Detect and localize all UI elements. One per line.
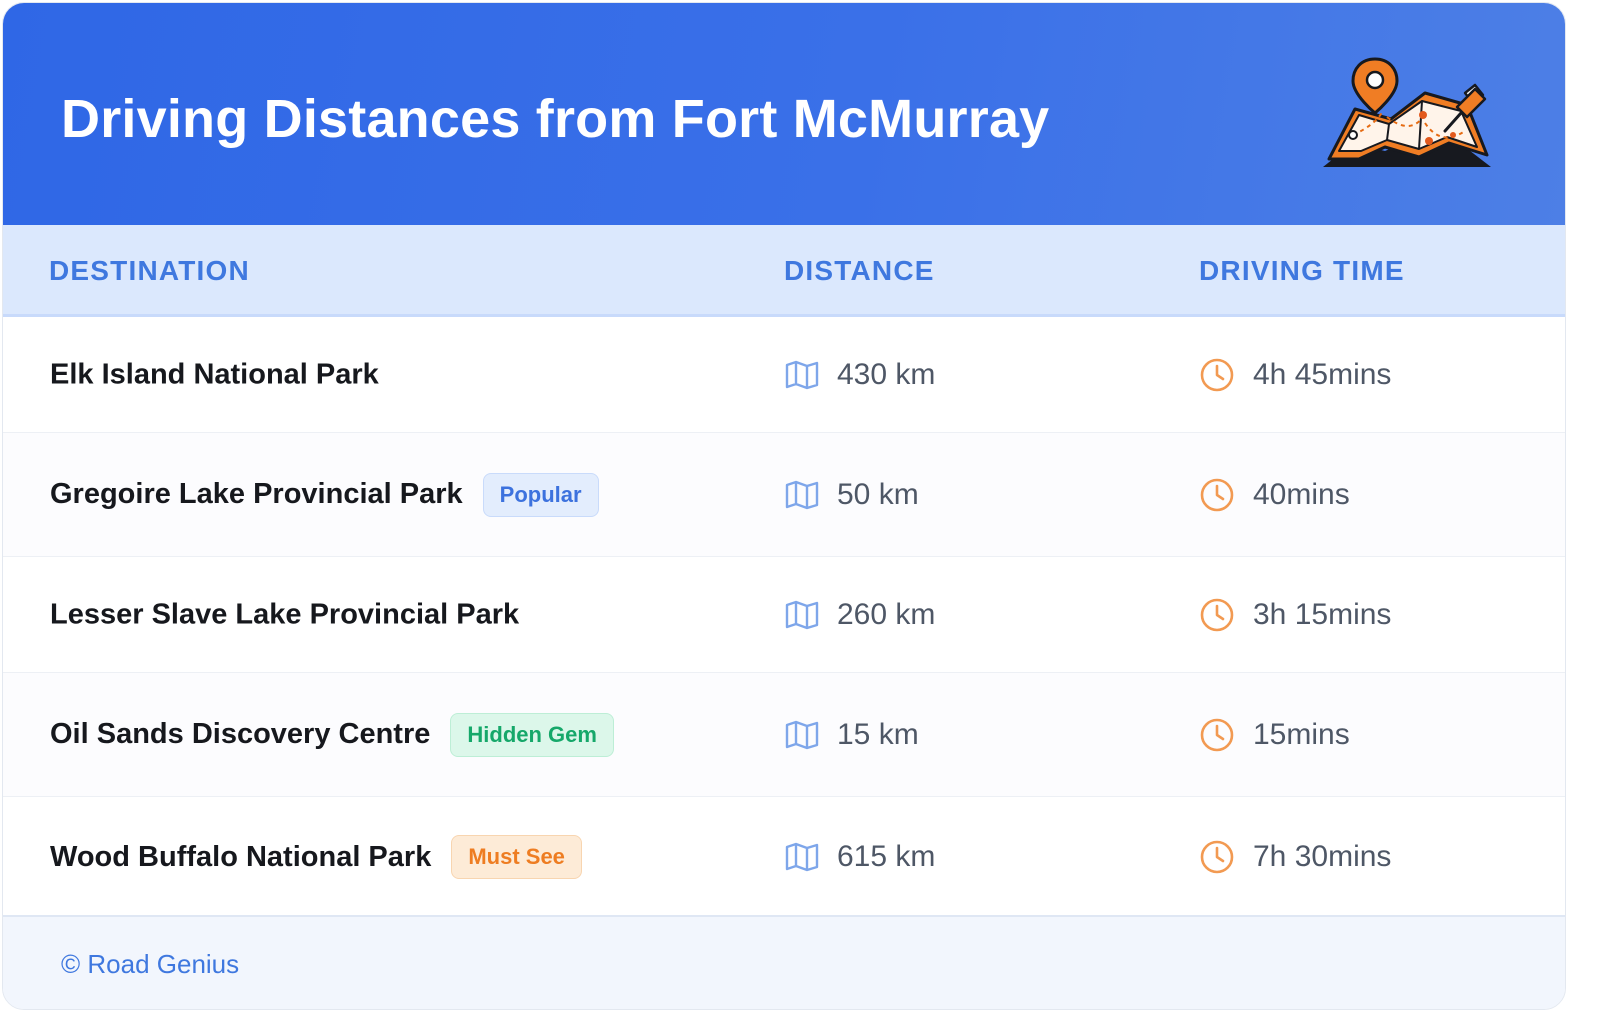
destination-name: Lesser Slave Lake Provincial Park xyxy=(50,598,520,630)
time-value: 4h 45mins xyxy=(1253,357,1392,391)
destination-cell: Oil Sands Discovery Centre Hidden Gem xyxy=(50,712,614,757)
distance-value: 430 km xyxy=(837,357,936,391)
destination-name: Oil Sands Discovery Centre xyxy=(50,718,431,750)
table-row[interactable]: Oil Sands Discovery Centre Hidden Gem 15… xyxy=(3,673,1565,797)
folded-map-icon xyxy=(785,842,819,872)
time-cell: 15mins xyxy=(1199,717,1350,753)
table-row[interactable]: Wood Buffalo National Park Must See 615 … xyxy=(3,797,1565,917)
distance-cell: 615 km xyxy=(785,840,935,874)
card-footer: © Road Genius xyxy=(3,915,1565,1009)
destination-name: Gregoire Lake Provincial Park xyxy=(50,478,463,510)
folded-map-icon xyxy=(785,720,819,749)
time-value: 7h 30mins xyxy=(1253,840,1392,873)
time-value: 3h 15mins xyxy=(1253,597,1392,631)
destination-name: Elk Island National Park xyxy=(50,358,379,390)
table-header: DESTINATION DISTANCE DRIVING TIME xyxy=(3,225,1565,317)
distance-value: 615 km xyxy=(837,840,936,873)
page-title: Driving Distances from Fort McMurray xyxy=(61,89,1050,149)
distance-cell: 430 km xyxy=(785,358,935,392)
map-with-pins-icon xyxy=(1323,57,1491,167)
distance-cell: 50 km xyxy=(785,478,919,512)
folded-map-icon xyxy=(785,600,819,629)
destination-cell: Wood Buffalo National Park Must See xyxy=(50,835,582,879)
clock-icon xyxy=(1200,358,1234,391)
distance-cell: 15 km xyxy=(785,718,919,752)
column-header-distance[interactable]: DISTANCE xyxy=(784,255,935,287)
copyright-link[interactable]: © Road Genius xyxy=(61,949,239,980)
time-value: 15mins xyxy=(1253,717,1350,751)
clock-icon xyxy=(1200,718,1234,751)
distance-value: 15 km xyxy=(837,717,919,751)
distance-value: 260 km xyxy=(837,597,936,631)
table-row[interactable]: Gregoire Lake Provincial Park Popular 50… xyxy=(3,433,1565,557)
hidden-gem-badge: Hidden Gem xyxy=(450,712,614,757)
distance-cell: 260 km xyxy=(785,598,935,632)
destination-cell: Elk Island National Park xyxy=(50,358,379,391)
column-header-destination[interactable]: DESTINATION xyxy=(49,255,250,287)
destination-cell: Lesser Slave Lake Provincial Park xyxy=(50,598,519,631)
column-header-driving-time[interactable]: DRIVING TIME xyxy=(1199,255,1405,287)
folded-map-icon xyxy=(785,360,819,389)
distance-card: Driving Distances from Fort McMurray DES… xyxy=(2,2,1566,1010)
destination-name: Wood Buffalo National Park xyxy=(50,840,432,873)
distance-value: 50 km xyxy=(837,477,919,511)
table-row[interactable]: Lesser Slave Lake Provincial Park 260 km… xyxy=(3,557,1565,673)
destination-cell: Gregoire Lake Provincial Park Popular xyxy=(50,472,599,517)
clock-icon xyxy=(1200,598,1234,631)
folded-map-icon xyxy=(785,480,819,509)
card-header: Driving Distances from Fort McMurray xyxy=(3,3,1565,225)
time-cell: 40mins xyxy=(1199,477,1350,513)
must-see-badge: Must See xyxy=(451,835,582,879)
time-value: 40mins xyxy=(1253,477,1350,511)
time-cell: 7h 30mins xyxy=(1199,839,1391,875)
time-cell: 4h 45mins xyxy=(1199,357,1391,393)
clock-icon xyxy=(1200,840,1234,874)
popular-badge: Popular xyxy=(482,472,599,517)
table-row[interactable]: Elk Island National Park 430 km 4h 45min… xyxy=(3,317,1565,433)
clock-icon xyxy=(1200,478,1234,511)
time-cell: 3h 15mins xyxy=(1199,597,1391,633)
